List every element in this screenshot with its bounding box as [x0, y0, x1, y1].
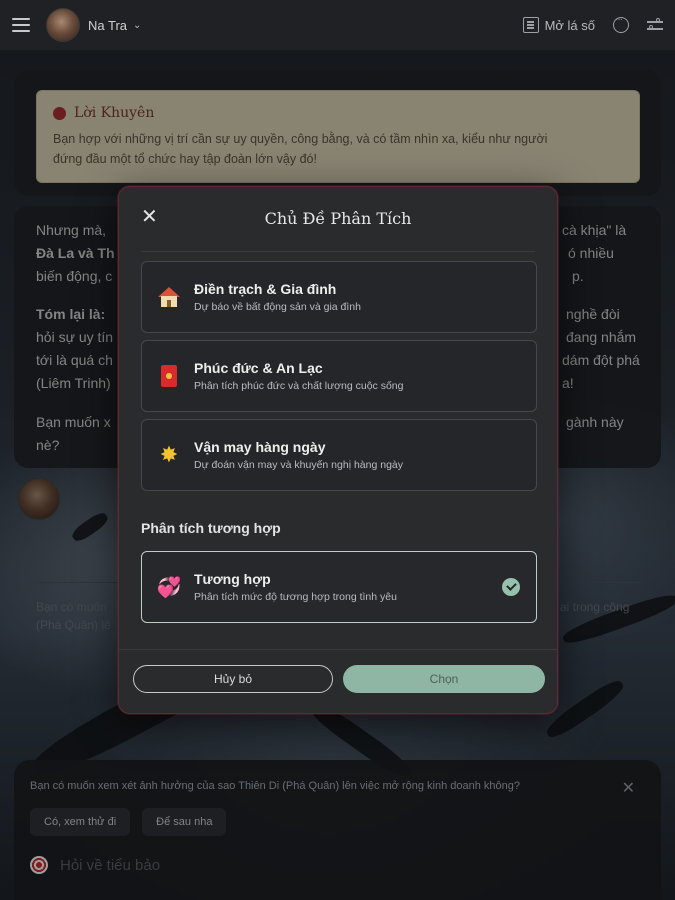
- check-icon: [502, 578, 520, 596]
- option-dien-trach[interactable]: Điền trạch & Gia đình Dự báo về bất động…: [141, 261, 537, 333]
- chevron-down-icon[interactable]: ⌄: [133, 20, 141, 31]
- option-title: Tương hợp: [194, 571, 271, 587]
- menu-icon[interactable]: [12, 18, 30, 32]
- option-description: Dự đoán vận may và khuyến nghị hàng ngày: [194, 459, 404, 471]
- option-description: Phân tích mức độ tương hợp trong tình yê…: [194, 591, 397, 603]
- option-title: Điền trạch & Gia đình: [194, 281, 337, 297]
- choose-button[interactable]: Chọn: [343, 665, 545, 693]
- open-chart-button[interactable]: Mở lá số: [522, 17, 595, 33]
- option-phuc-duc[interactable]: Phúc đức & An Lạc Phân tích phúc đức và …: [141, 340, 537, 412]
- option-title: Vận may hàng ngày: [194, 439, 326, 455]
- book-icon: [522, 17, 539, 33]
- option-description: Dự báo về bất động sản và gia đình: [194, 301, 361, 313]
- top-bar: Na Tra ⌄ Mở lá số: [0, 0, 675, 50]
- settings-sliders-icon[interactable]: [647, 18, 663, 32]
- option-tuong-hop[interactable]: 💞 Tương hợp Phân tích mức độ tương hợp t…: [141, 551, 537, 623]
- hearts-icon: 💞: [156, 576, 182, 599]
- divider: [141, 251, 535, 252]
- red-envelope-icon: [156, 363, 182, 389]
- analysis-topic-modal: ✕ Chủ Đề Phân Tích Điền trạch & Gia đình…: [118, 186, 558, 714]
- username-label[interactable]: Na Tra: [88, 18, 127, 33]
- avatar[interactable]: [46, 8, 80, 42]
- option-title: Phúc đức & An Lạc: [194, 360, 323, 376]
- open-chart-label: Mở lá số: [544, 17, 595, 33]
- house-icon: [156, 284, 182, 310]
- option-van-may[interactable]: ✸ Vận may hàng ngày Dự đoán vận may và k…: [141, 419, 537, 491]
- section-label: Phân tích tương hợp: [141, 520, 281, 536]
- chat-icon[interactable]: [613, 14, 629, 33]
- star-icon: ✸: [159, 442, 179, 467]
- modal-title: Chủ Đề Phân Tích: [264, 209, 412, 228]
- divider: [119, 649, 557, 650]
- cancel-button[interactable]: Hủy bỏ: [133, 665, 333, 693]
- option-description: Phân tích phúc đức và chất lượng cuộc số…: [194, 380, 404, 392]
